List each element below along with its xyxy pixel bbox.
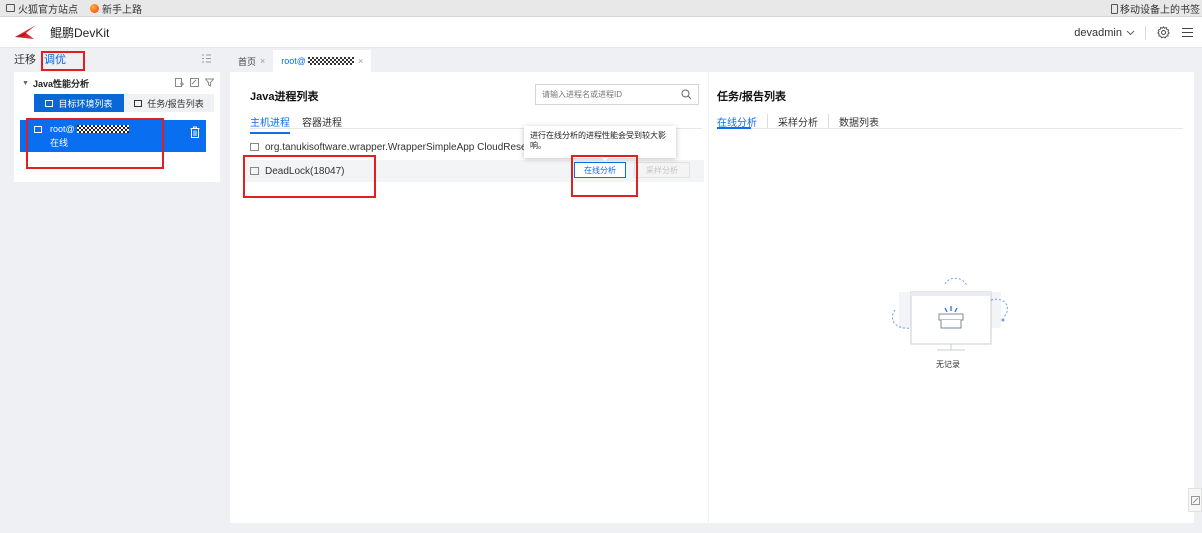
app-header: 鲲鹏DevKit devadmin: [0, 17, 1202, 48]
environment-icon: [45, 99, 54, 107]
bookmarks-bar: 火狐官方站点 新手上路 移动设备上的书签: [0, 0, 1202, 17]
kunpeng-logo-icon: [14, 23, 38, 41]
user-menu[interactable]: devadmin: [1074, 27, 1135, 39]
bookmark-mobile[interactable]: 移动设备上的书签: [1111, 0, 1202, 17]
empty-state-text: 无记录: [936, 360, 960, 369]
add-environment-icon[interactable]: [175, 78, 184, 87]
close-icon[interactable]: ×: [260, 56, 265, 66]
node-name-prefix: root@: [50, 124, 75, 134]
subtab-target-env-list[interactable]: 目标环境列表: [34, 94, 124, 112]
page-tabbar: 首页 × root@ ×: [230, 48, 1202, 72]
hamburger-menu-icon[interactable]: [1180, 26, 1194, 40]
chevron-down-icon: [1126, 27, 1135, 39]
process-search-box[interactable]: [535, 84, 699, 105]
tab-sampling-analysis[interactable]: 采样分析: [767, 114, 828, 129]
subtab-task-report-list[interactable]: 任务/报告列表: [124, 94, 214, 112]
tree-section-header[interactable]: ▼ Java性能分析: [14, 72, 220, 94]
tooltip-arrow: [600, 156, 610, 161]
subtab-task-report-label: 任务/报告列表: [147, 98, 204, 109]
header-divider: [1145, 25, 1146, 40]
sidebar-tabs: 迁移 调优: [0, 48, 222, 70]
delete-trash-icon[interactable]: [190, 126, 200, 138]
active-tab-underline: [717, 127, 751, 129]
bookmark-official-site-label: 火狐官方站点: [18, 4, 78, 16]
bookmark-mobile-label: 移动设备上的书签: [1120, 5, 1200, 16]
tab-host-process[interactable]: 主机进程: [250, 114, 290, 134]
tab-home[interactable]: 首页 ×: [230, 50, 273, 72]
feedback-edit-icon[interactable]: [1188, 488, 1202, 512]
pane-title: Java进程列表: [250, 91, 319, 103]
tab-home-label: 首页: [238, 56, 257, 67]
server-icon: [34, 126, 42, 133]
tab-data-list[interactable]: 数据列表: [828, 114, 889, 129]
online-analysis-button[interactable]: 在线分析: [574, 162, 626, 178]
bookmark-getting-started[interactable]: 新手上路: [84, 1, 148, 16]
tab-tuning[interactable]: 调优: [44, 51, 66, 67]
process-name: org.tanukisoftware.wrapper.WrapperSimple…: [265, 141, 557, 153]
close-icon[interactable]: ×: [358, 56, 363, 66]
process-name: DeadLock(18047): [265, 165, 345, 177]
tab-root-node[interactable]: root@ ×: [273, 50, 372, 72]
redacted-hostname: [307, 57, 354, 65]
firefox-icon: [90, 3, 99, 13]
empty-state-illustration: [885, 270, 1015, 360]
environment-node[interactable]: root@ 在线: [20, 120, 206, 152]
folder-icon: [6, 4, 15, 12]
java-process-pane: Java进程列表 主机进程 容器进程 org.tanukisoftware.wr…: [230, 72, 708, 523]
process-icon: [250, 167, 259, 175]
filter-icon[interactable]: [204, 78, 215, 87]
tab-root-label: root@: [281, 56, 306, 66]
tabs-divider: [717, 128, 1183, 129]
left-sidebar: 迁移 调优 ▼ Java性能分析 目标环境列表 任务/报告列表 root@ 在线: [0, 48, 222, 533]
tab-migration[interactable]: 迁移: [14, 51, 36, 67]
java-tree-panel: ▼ Java性能分析 目标环境列表 任务/报告列表 root@ 在线: [14, 72, 220, 182]
process-row[interactable]: org.tanukisoftware.wrapper.WrapperSimple…: [250, 136, 556, 158]
node-name: root@: [50, 124, 129, 134]
process-icon: [250, 143, 259, 151]
mobile-device-icon: [1111, 3, 1118, 14]
collapse-arrow-icon[interactable]: ▼: [22, 80, 29, 87]
subtab-target-env-label: 目标环境列表: [58, 98, 113, 109]
bookmark-getting-started-label: 新手上路: [102, 4, 142, 16]
task-report-pane: 任务/报告列表 在线分析 采样分析 数据列表 无记录: [709, 72, 1194, 523]
user-name: devadmin: [1074, 26, 1122, 39]
process-type-tabs: 主机进程 容器进程: [250, 114, 342, 134]
app-title: 鲲鹏DevKit: [50, 25, 110, 40]
search-icon[interactable]: [681, 89, 692, 100]
search-input[interactable]: [542, 90, 672, 99]
bookmark-official-site[interactable]: 火狐官方站点: [0, 1, 84, 16]
process-row-deadlock[interactable]: DeadLock(18047): [250, 160, 345, 182]
tree-subtabs: 目标环境列表 任务/报告列表: [34, 94, 214, 112]
analysis-warning-tooltip: 进行在线分析的进程性能会受到较大影响。: [524, 126, 676, 158]
report-icon: [134, 99, 143, 107]
redacted-hostname: [76, 125, 129, 133]
tree-section-title: Java性能分析: [32, 78, 89, 89]
list-view-icon[interactable]: [201, 53, 212, 64]
settings-gear-icon[interactable]: [1156, 26, 1170, 40]
pane-title: 任务/报告列表: [717, 91, 787, 103]
edit-icon[interactable]: [190, 78, 199, 87]
tab-container-process[interactable]: 容器进程: [302, 114, 342, 134]
sampling-analysis-button: 采样分析: [634, 162, 690, 178]
node-status: 在线: [50, 138, 69, 148]
